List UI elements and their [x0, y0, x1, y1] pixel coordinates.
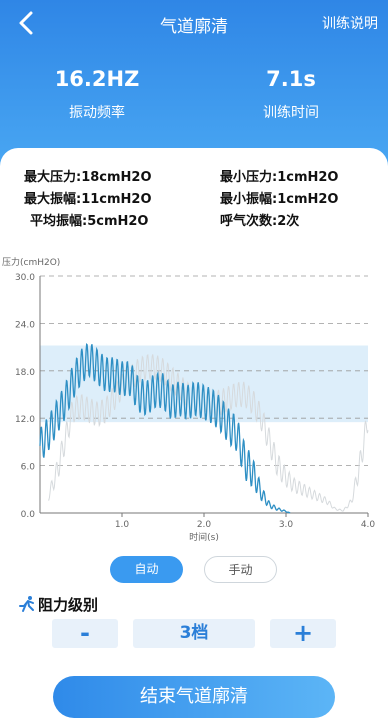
- auto-mode-button[interactable]: 自动: [110, 556, 183, 583]
- x-tick-label: 4.0: [361, 520, 376, 530]
- max-amplitude: 最大振幅:11cmH2O: [24, 192, 152, 207]
- breath-count: 呼气次数:2次: [220, 214, 300, 229]
- y-tick-label: 24.0: [15, 320, 35, 330]
- decrease-level-button[interactable]: -: [52, 619, 118, 648]
- y-axis-label: 压力(cmH2O): [2, 256, 60, 268]
- pressure-chart: 0.0 6.0 12.0 18.0 24.0 30.0 1.0 2.0 3.0 4.0 压力(cmH…: [2, 256, 376, 543]
- min-amplitude: 最小振幅:1cmH2O: [220, 192, 339, 207]
- training-time-label: 训练时间: [263, 105, 319, 121]
- increase-level-button[interactable]: +: [270, 619, 336, 648]
- x-axis-label: 时间(s): [189, 531, 219, 543]
- y-tick-label: 0.0: [21, 510, 36, 520]
- frequency-value: 16.2HZ: [54, 67, 140, 91]
- runner-icon: [19, 596, 34, 612]
- min-pressure: 最小压力:1cmH2O: [220, 170, 339, 185]
- target-pressure-band: [40, 345, 368, 423]
- x-tick-label: 3.0: [279, 520, 294, 530]
- resistance-level-title: 阻力级别: [38, 596, 99, 614]
- frequency-label: 振动频率: [69, 105, 125, 121]
- training-time-value: 7.1s: [266, 67, 316, 91]
- avg-amplitude: 平均振幅:5cmH2O: [30, 214, 149, 229]
- y-tick-label: 6.0: [21, 463, 36, 473]
- end-airway-clearance-button[interactable]: 结束气道廓清: [53, 676, 335, 718]
- manual-mode-button[interactable]: 手动: [204, 556, 277, 583]
- y-tick-label: 30.0: [15, 273, 35, 283]
- x-tick-label: 1.0: [115, 520, 130, 530]
- max-pressure: 最大压力:18cmH2O: [24, 170, 152, 185]
- training-instructions-link[interactable]: 训练说明: [322, 13, 378, 33]
- y-tick-label: 18.0: [15, 368, 35, 378]
- x-tick-label: 2.0: [197, 520, 212, 530]
- resistance-level-value: 3档: [133, 619, 255, 648]
- y-tick-label: 12.0: [15, 415, 35, 425]
